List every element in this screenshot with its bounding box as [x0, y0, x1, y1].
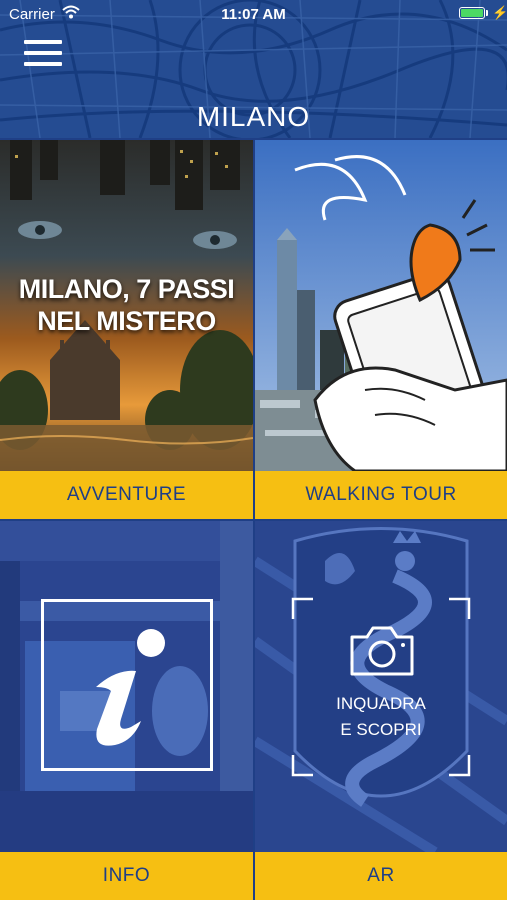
tile-label-walking-tour: WALKING TOUR	[255, 471, 507, 519]
battery-icon	[459, 7, 485, 19]
ar-caption-line-2: E SCOPRI	[340, 720, 422, 739]
header: Carrier 11:07 AM ⚡ MILANO	[0, 0, 507, 138]
walking-tour-image	[255, 140, 507, 471]
tile-label-avventure: AVVENTURE	[0, 471, 253, 519]
camera-icon	[350, 626, 414, 676]
hamburger-menu-icon[interactable]	[24, 40, 62, 66]
poster-title-line-2: NEL MISTERO	[37, 306, 216, 336]
ar-caption: INQUADRA E SCOPRI	[255, 691, 507, 743]
info-icon	[41, 599, 213, 771]
battery-nub	[486, 10, 488, 16]
tile-ar[interactable]: INQUADRA E SCOPRI AR	[255, 521, 507, 900]
viewfinder-frame	[291, 597, 471, 777]
poster-title-line-1: MILANO, 7 PASSI	[18, 274, 235, 304]
tile-label-info: INFO	[0, 852, 253, 900]
tile-walking-tour[interactable]: WALKING TOUR	[255, 140, 507, 519]
ar-caption-line-1: INQUADRA	[336, 694, 426, 713]
tile-info[interactable]: INFO	[0, 521, 253, 900]
page-title: MILANO	[196, 101, 311, 132]
tile-label-ar: AR	[255, 852, 507, 900]
charging-icon: ⚡	[492, 5, 507, 20]
clock: 11:07 AM	[221, 6, 286, 23]
app-screen: Carrier 11:07 AM ⚡ MILANO MILANO, 7 PASS…	[0, 0, 507, 900]
tile-avventure[interactable]: MILANO, 7 PASSI NEL MISTERO AVVENTURE	[0, 140, 253, 519]
poster-title: MILANO, 7 PASSI NEL MISTERO	[0, 273, 253, 337]
status-bar: Carrier 11:07 AM ⚡	[0, 0, 507, 28]
